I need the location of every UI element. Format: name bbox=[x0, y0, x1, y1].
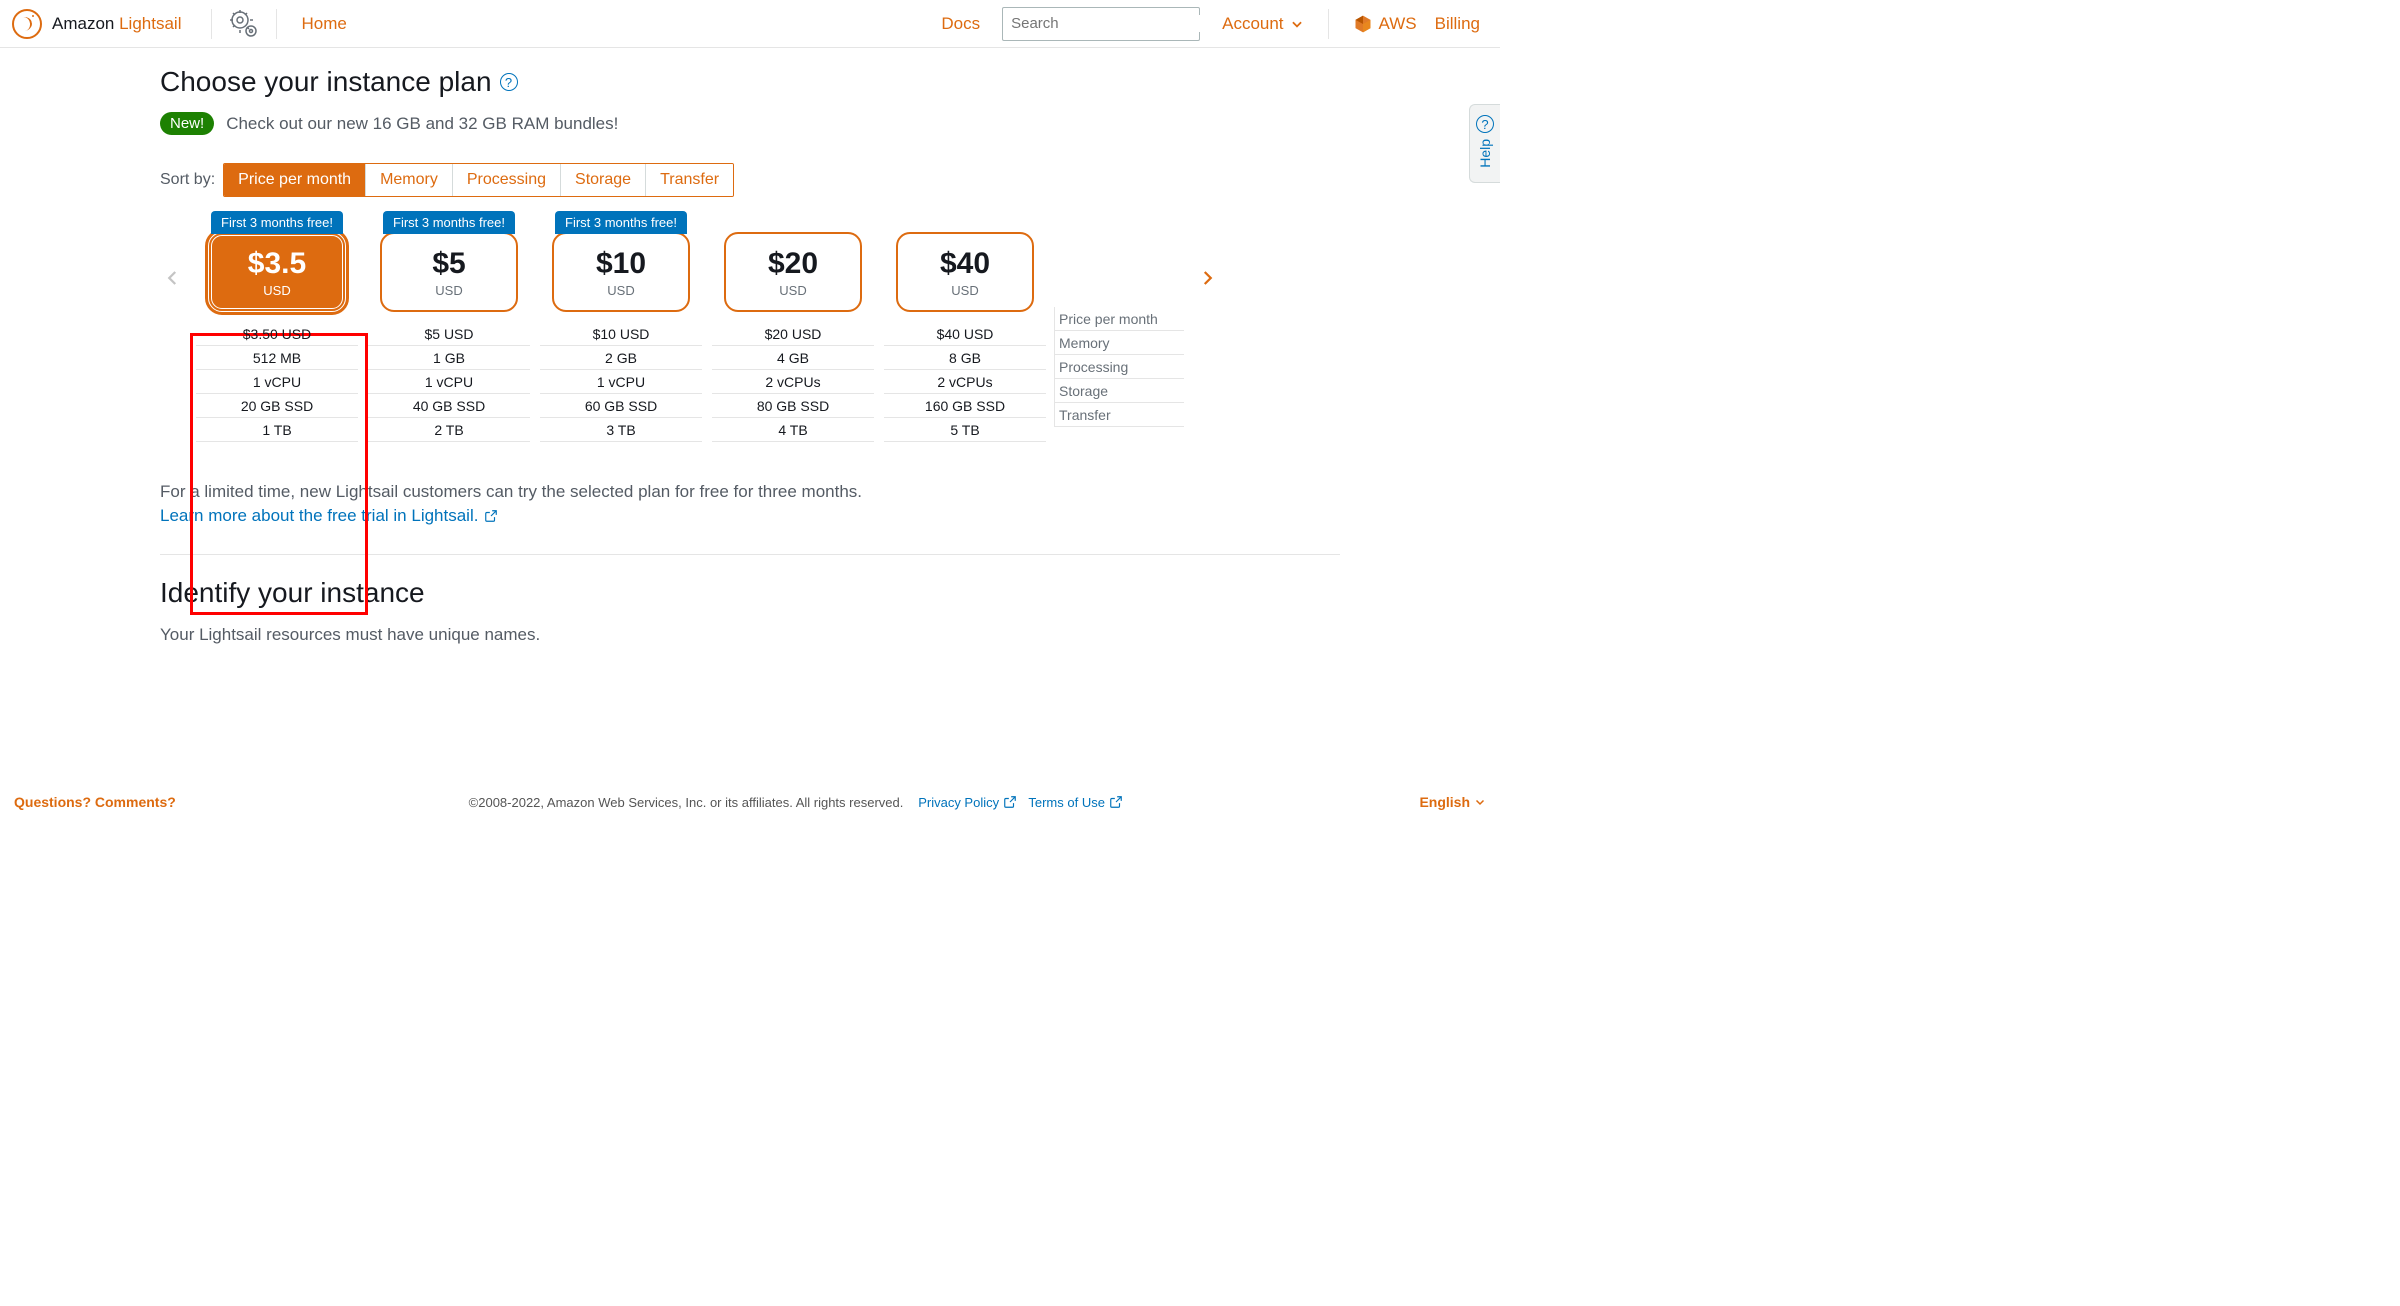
spec-price: $3.50 USD bbox=[196, 322, 358, 346]
cube-icon bbox=[1353, 14, 1373, 34]
external-link-icon bbox=[1003, 795, 1017, 809]
plan-card-0[interactable]: First 3 months free! $3.5 USD $3.50 USD … bbox=[196, 211, 358, 442]
spec-memory: 4 GB bbox=[712, 346, 874, 370]
spec-transfer: 2 TB bbox=[368, 418, 530, 442]
search-box[interactable] bbox=[1002, 7, 1200, 41]
section-divider bbox=[160, 554, 1340, 555]
chevron-down-icon bbox=[1290, 17, 1304, 31]
banner-text: Check out our new 16 GB and 32 GB RAM bu… bbox=[226, 114, 618, 134]
free-badge: First 3 months free! bbox=[383, 211, 515, 234]
privacy-link[interactable]: Privacy Policy bbox=[918, 795, 1017, 810]
spec-price: $20 USD bbox=[712, 322, 874, 346]
label-storage: Storage bbox=[1054, 379, 1184, 403]
spec-cpu: 1 vCPU bbox=[368, 370, 530, 394]
external-link-icon bbox=[484, 509, 498, 523]
new-banner: New! Check out our new 16 GB and 32 GB R… bbox=[160, 112, 1340, 135]
spec-memory: 1 GB bbox=[368, 346, 530, 370]
free-badge: First 3 months free! bbox=[555, 211, 687, 234]
sort-tab-transfer[interactable]: Transfer bbox=[646, 164, 733, 196]
price-box[interactable]: $5 USD bbox=[380, 232, 518, 312]
identify-heading: Identify your instance bbox=[160, 577, 1340, 609]
page-footer: Questions? Comments? ©2008-2022, Amazon … bbox=[0, 787, 1500, 816]
spec-cpu: 1 vCPU bbox=[196, 370, 358, 394]
spec-storage: 80 GB SSD bbox=[712, 394, 874, 418]
free-badge: First 3 months free! bbox=[211, 211, 343, 234]
account-menu[interactable]: Account bbox=[1222, 14, 1303, 34]
chevron-down-icon bbox=[1474, 796, 1486, 808]
lightsail-icon bbox=[12, 9, 42, 39]
label-price: Price per month bbox=[1054, 307, 1184, 331]
language-selector[interactable]: English bbox=[1419, 794, 1486, 810]
plan-card-3[interactable]: First 3 months free! $20 USD $20 USD 4 G… bbox=[712, 211, 874, 442]
sort-row: Sort by: Price per month Memory Processi… bbox=[160, 163, 1340, 197]
learn-more-link[interactable]: Learn more about the free trial in Light… bbox=[160, 506, 498, 526]
identify-subtext: Your Lightsail resources must have uniqu… bbox=[160, 625, 1340, 645]
spec-price: $5 USD bbox=[368, 322, 530, 346]
spec-memory: 512 MB bbox=[196, 346, 358, 370]
label-memory: Memory bbox=[1054, 331, 1184, 355]
aws-link[interactable]: AWS bbox=[1353, 14, 1417, 34]
spec-transfer: 5 TB bbox=[884, 418, 1046, 442]
external-link-icon bbox=[1109, 795, 1123, 809]
top-header: Amazon Lightsail Home Docs Account AWS B… bbox=[0, 0, 1500, 48]
main-content: Choose your instance plan ? New! Check o… bbox=[140, 66, 1360, 645]
divider bbox=[211, 9, 212, 39]
plan-list: First 3 months free! $3.5 USD $3.50 USD … bbox=[160, 211, 1340, 442]
spec-cpu: 1 vCPU bbox=[540, 370, 702, 394]
new-badge: New! bbox=[160, 112, 214, 135]
sort-tab-storage[interactable]: Storage bbox=[561, 164, 646, 196]
sort-label: Sort by: bbox=[160, 171, 215, 189]
sort-tabs: Price per month Memory Processing Storag… bbox=[223, 163, 734, 197]
spec-storage: 160 GB SSD bbox=[884, 394, 1046, 418]
plan-card-4[interactable]: First 3 months free! $40 USD $40 USD 8 G… bbox=[884, 211, 1046, 442]
divider bbox=[276, 9, 277, 39]
page-title: Choose your instance plan ? bbox=[160, 66, 1340, 98]
sort-tab-price[interactable]: Price per month bbox=[224, 164, 366, 196]
price-box[interactable]: $40 USD bbox=[896, 232, 1034, 312]
help-side-tab[interactable]: ? Help bbox=[1469, 104, 1500, 183]
spec-transfer: 4 TB bbox=[712, 418, 874, 442]
scroll-left-icon[interactable] bbox=[160, 265, 186, 291]
divider bbox=[1328, 9, 1329, 39]
price-box[interactable]: $10 USD bbox=[552, 232, 690, 312]
spec-cpu: 2 vCPUs bbox=[884, 370, 1046, 394]
spec-storage: 60 GB SSD bbox=[540, 394, 702, 418]
promo-text: For a limited time, new Lightsail custom… bbox=[160, 482, 1340, 502]
brand-text: Amazon Lightsail bbox=[52, 14, 181, 34]
price-box[interactable]: $20 USD bbox=[724, 232, 862, 312]
help-icon: ? bbox=[1476, 115, 1494, 133]
price-box[interactable]: $3.5 USD bbox=[208, 232, 346, 312]
spec-price: $10 USD bbox=[540, 322, 702, 346]
billing-link[interactable]: Billing bbox=[1435, 14, 1480, 34]
docs-link[interactable]: Docs bbox=[941, 14, 980, 34]
title-help-icon[interactable]: ? bbox=[500, 73, 518, 91]
label-processing: Processing bbox=[1054, 355, 1184, 379]
spec-storage: 20 GB SSD bbox=[196, 394, 358, 418]
sort-tab-memory[interactable]: Memory bbox=[366, 164, 453, 196]
footer-legal: ©2008-2022, Amazon Web Services, Inc. or… bbox=[176, 795, 1420, 810]
settings-gear-icon[interactable] bbox=[226, 6, 262, 42]
spec-transfer: 3 TB bbox=[540, 418, 702, 442]
plan-card-1[interactable]: First 3 months free! $5 USD $5 USD 1 GB … bbox=[368, 211, 530, 442]
spec-transfer: 1 TB bbox=[196, 418, 358, 442]
terms-link[interactable]: Terms of Use bbox=[1028, 795, 1122, 810]
plan-card-2[interactable]: First 3 months free! $10 USD $10 USD 2 G… bbox=[540, 211, 702, 442]
spec-memory: 8 GB bbox=[884, 346, 1046, 370]
spec-label-column: Price per month Memory Processing Storag… bbox=[1054, 307, 1184, 427]
spec-memory: 2 GB bbox=[540, 346, 702, 370]
search-input[interactable] bbox=[1011, 15, 1210, 32]
scroll-right-icon[interactable] bbox=[1194, 265, 1220, 291]
spec-price: $40 USD bbox=[884, 322, 1046, 346]
home-link[interactable]: Home bbox=[301, 14, 346, 34]
brand-logo[interactable]: Amazon Lightsail bbox=[12, 9, 197, 39]
label-transfer: Transfer bbox=[1054, 403, 1184, 427]
sort-tab-processing[interactable]: Processing bbox=[453, 164, 561, 196]
spec-storage: 40 GB SSD bbox=[368, 394, 530, 418]
questions-link[interactable]: Questions? Comments? bbox=[14, 794, 176, 810]
spec-cpu: 2 vCPUs bbox=[712, 370, 874, 394]
